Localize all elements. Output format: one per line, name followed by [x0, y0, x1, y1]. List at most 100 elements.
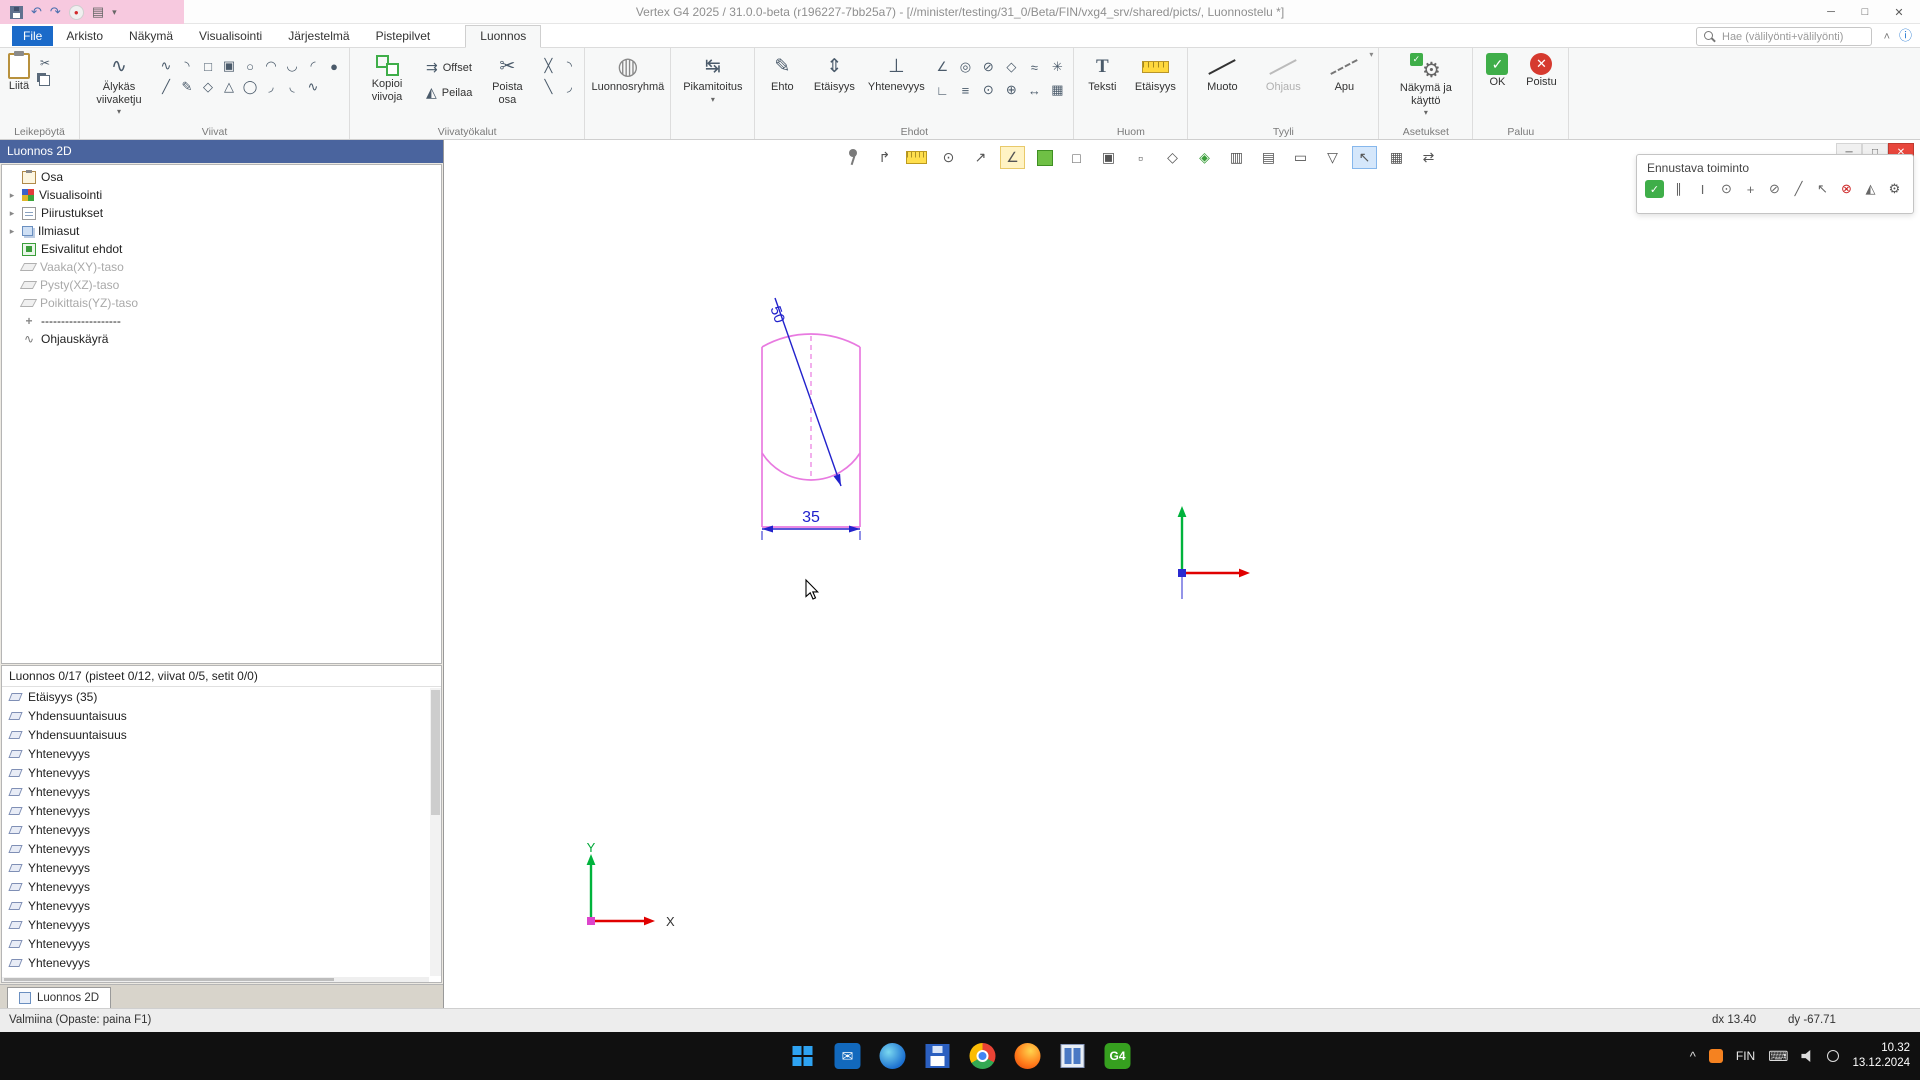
tree-item-plane[interactable]: Vaaka(XY)-taso: [2, 258, 441, 276]
exit-button[interactable]: ✕ Poistu: [1520, 51, 1564, 91]
constraint-row[interactable]: Yhdensuuntaisuus: [2, 725, 441, 744]
filled-shape-icon[interactable]: ●: [324, 56, 344, 76]
extend-icon[interactable]: ╲: [538, 77, 558, 97]
close-button[interactable]: ✕: [1882, 0, 1916, 24]
constraint-row[interactable]: Yhtenevyys: [2, 801, 441, 820]
pointer-icon[interactable]: ↖: [1813, 180, 1832, 198]
fix-icon[interactable]: ✳: [1046, 56, 1068, 78]
swap-icon[interactable]: ⇄: [1416, 146, 1441, 169]
horizontal-scrollbar[interactable]: [2, 977, 429, 982]
edge-app-icon[interactable]: [879, 1042, 907, 1070]
firefox-app-icon[interactable]: [1014, 1042, 1042, 1070]
constraint-row[interactable]: Yhtenevyys: [2, 763, 441, 782]
snap-angle-icon[interactable]: ∠: [1000, 146, 1025, 169]
arc-top-icon[interactable]: ◠: [261, 56, 281, 76]
mirror-icon[interactable]: ◭: [1861, 180, 1880, 198]
fillet-icon[interactable]: ◝: [559, 56, 579, 76]
trim-cross-icon[interactable]: ╳: [538, 56, 558, 76]
diagonal-dimension-value[interactable]: 50: [767, 304, 789, 325]
chevron-down-icon[interactable]: ▾: [1369, 50, 1373, 59]
paste-button[interactable]: Liitä: [5, 51, 33, 95]
line-icon[interactable]: ╱: [156, 77, 176, 97]
arc-left-icon[interactable]: ◜: [303, 56, 323, 76]
keyboard-icon[interactable]: ⌨: [1768, 1048, 1788, 1065]
mirror-button[interactable]: ◭ Peilaa: [422, 82, 476, 103]
circle-icon[interactable]: ○: [240, 56, 260, 76]
symmetry-icon[interactable]: ◇: [1000, 56, 1022, 78]
redo-icon[interactable]: ↷: [50, 4, 61, 20]
sketch-group-button[interactable]: ◍ Luonnosryhmä: [588, 51, 667, 96]
text-button[interactable]: T Teksti: [1079, 51, 1125, 96]
width-dimension-value[interactable]: 35: [802, 509, 820, 526]
cut-icon[interactable]: ✂: [36, 55, 54, 71]
aux-style-button[interactable]: Apu: [1315, 51, 1373, 96]
snap-direction-icon[interactable]: ↗: [968, 146, 993, 169]
undo-icon[interactable]: ↶: [31, 4, 42, 20]
select-cursor-icon[interactable]: ↖: [1352, 146, 1377, 169]
concentric-icon[interactable]: ◎: [954, 56, 976, 78]
scrollbar-thumb[interactable]: [4, 978, 334, 981]
triangle-icon[interactable]: △: [219, 77, 239, 97]
arc-se-icon[interactable]: ◞: [261, 77, 281, 97]
remove-part-button[interactable]: ✂ Poista osa: [479, 51, 535, 108]
tree-item-axis[interactable]: +--------------------: [2, 312, 441, 330]
constraint-row[interactable]: Etäisyys (35): [2, 687, 441, 706]
constraint-row[interactable]: Yhtenevyys: [2, 744, 441, 763]
menu-arkisto[interactable]: Arkisto: [53, 25, 116, 47]
chamfer-icon[interactable]: ◞: [559, 77, 579, 97]
speaker-icon[interactable]: [1801, 1050, 1814, 1062]
rectangle-center-icon[interactable]: ▣: [219, 56, 239, 76]
coincidence-button[interactable]: ⊥ Yhtenevyys: [864, 51, 928, 96]
tree-item-plane[interactable]: Poikittais(YZ)-taso: [2, 294, 441, 312]
expand-arrow-icon[interactable]: ▸: [7, 226, 17, 237]
horizontal-icon[interactable]: ↔: [1023, 79, 1045, 101]
text-cursor-icon[interactable]: I: [1693, 180, 1712, 198]
outlook-app-icon[interactable]: ✉: [834, 1042, 862, 1070]
no-constraint-icon[interactable]: ⊘: [1765, 180, 1784, 198]
grid-lock-icon[interactable]: ▦: [1046, 79, 1068, 101]
clock[interactable]: 10.32 13.12.2024: [1852, 1041, 1910, 1071]
freehand-icon[interactable]: ✎: [177, 77, 197, 97]
constraint-button[interactable]: ✎ Ehto: [760, 51, 804, 96]
rectangle-filled-icon[interactable]: ▣: [1096, 146, 1121, 169]
printer-icon[interactable]: ▭: [1288, 146, 1313, 169]
coincident-icon[interactable]: ⊕: [1000, 79, 1022, 101]
filter-icon[interactable]: ▽: [1320, 146, 1345, 169]
copy-lines-button[interactable]: Kopioi viivoja: [355, 51, 419, 105]
angle-icon[interactable]: ∠: [931, 56, 953, 78]
expand-arrow-icon[interactable]: ▸: [7, 208, 17, 219]
constraint-row[interactable]: Yhtenevyys: [2, 858, 441, 877]
list-view-icon[interactable]: ▤: [92, 4, 104, 20]
snap-point-icon[interactable]: ⊙: [936, 146, 961, 169]
rectangle-icon[interactable]: □: [198, 56, 218, 76]
qat-dropdown-icon[interactable]: ▾: [112, 7, 117, 18]
ellipse-icon[interactable]: ◯: [240, 77, 260, 97]
collapse-ribbon-icon[interactable]: ˄: [1884, 24, 1890, 48]
search-input[interactable]: Hae (välilyönti+välilyönti): [1722, 31, 1843, 43]
arc-bottom-icon[interactable]: ◡: [282, 56, 302, 76]
arc-point-icon[interactable]: ◝: [177, 56, 197, 76]
iso-box-snap-icon[interactable]: ◈: [1192, 146, 1217, 169]
tree-item-curve[interactable]: ∿Ohjauskäyrä: [2, 330, 441, 348]
tree-item-conditions[interactable]: Esivalitut ehdot: [2, 240, 441, 258]
auto-accept-icon[interactable]: ✓: [1645, 180, 1664, 198]
quick-dimension-button[interactable]: ↹ Pikamitoitus ▾: [680, 51, 745, 106]
tree-item-layers[interactable]: ▸Ilmiasut: [2, 222, 441, 240]
layers-icon[interactable]: ▤: [1256, 146, 1281, 169]
arc-sw-icon[interactable]: ◟: [282, 77, 302, 97]
snap-endpoint-icon[interactable]: ↱: [872, 146, 897, 169]
vertical-scrollbar[interactable]: [430, 688, 441, 976]
diameter-icon[interactable]: ⊘: [977, 56, 999, 78]
spline-icon[interactable]: ∿: [156, 56, 176, 76]
drawing-canvas[interactable]: 35 50 Y X ↱⊙↗∠□▣▫◇◈▥▤▭▽↖▦⇄ ─ □ ✕ E: [444, 140, 1920, 1008]
file-menu-button[interactable]: File: [12, 26, 53, 46]
tray-app-icon[interactable]: [1709, 1049, 1723, 1063]
view-settings-button[interactable]: ✓ ⚙ Näkymä ja käyttö ▾: [1384, 51, 1467, 119]
chrome-app-icon[interactable]: [969, 1042, 997, 1070]
constraint-row[interactable]: Yhtenevyys: [2, 782, 441, 801]
scrollbar-thumb[interactable]: [431, 690, 440, 815]
tree-item-drawing[interactable]: ▸Piirustukset: [2, 204, 441, 222]
distance-constraint-button[interactable]: ⇕ Etäisyys: [807, 51, 861, 96]
polygon-icon[interactable]: ◇: [198, 77, 218, 97]
tree-item-plane[interactable]: Pysty(XZ)-taso: [2, 276, 441, 294]
